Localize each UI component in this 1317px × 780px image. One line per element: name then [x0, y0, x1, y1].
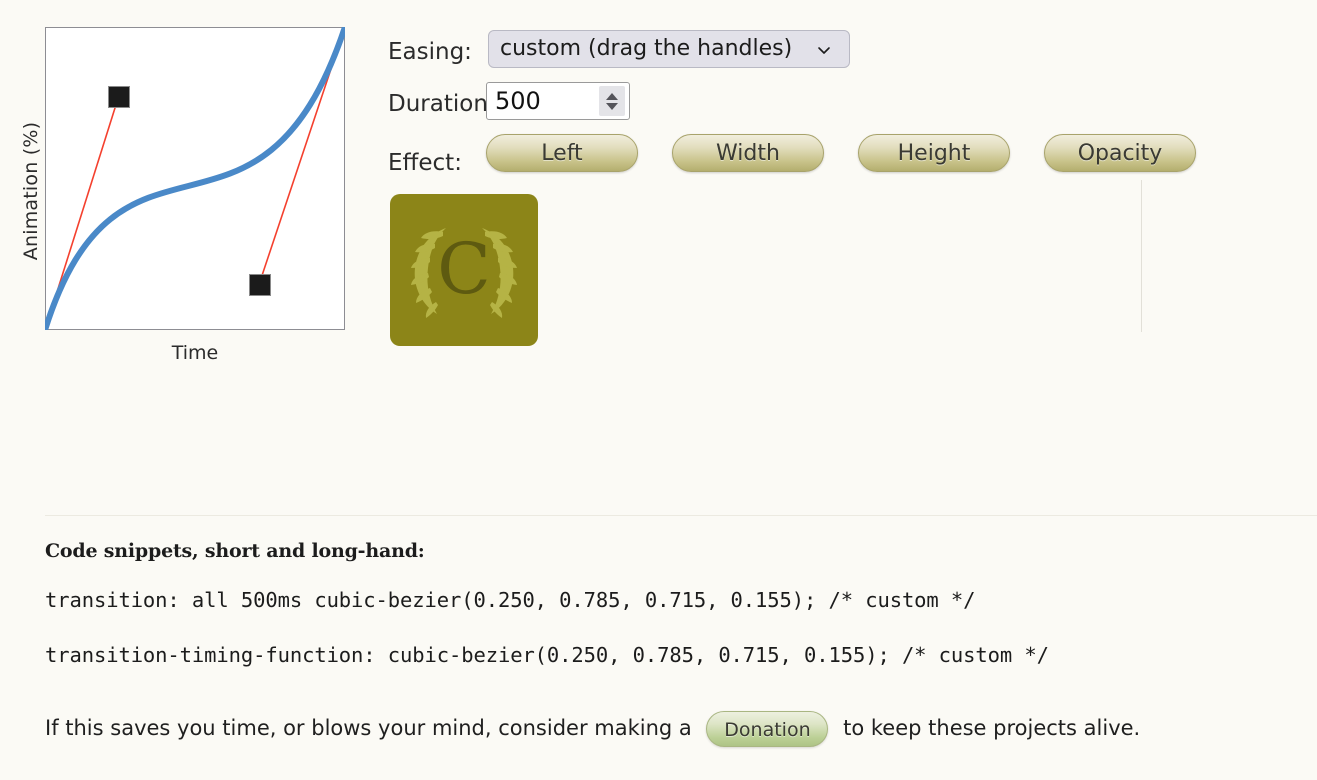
- easing-select[interactable]: easelinearease-inease-outease-in-outcust…: [488, 30, 850, 68]
- donation-text-after: to keep these projects alive.: [843, 716, 1141, 740]
- duration-field-wrapper[interactable]: [486, 82, 630, 120]
- duration-row: Duration: [388, 82, 1168, 134]
- animated-preview-box[interactable]: C: [390, 194, 538, 346]
- effect-button-opacity[interactable]: Opacity: [1044, 134, 1196, 172]
- bezier-curve-path: [45, 27, 345, 330]
- preview-divider: [1141, 180, 1142, 332]
- effect-label: Effect:: [388, 150, 462, 176]
- effect-button-left[interactable]: Left: [486, 134, 638, 172]
- stepper-down-icon[interactable]: [606, 102, 618, 110]
- duration-input[interactable]: [487, 83, 595, 119]
- x-axis-label: Time: [171, 342, 219, 364]
- duration-stepper[interactable]: [599, 86, 625, 116]
- code-line-longhand[interactable]: transition-timing-function: cubic-bezier…: [45, 643, 1317, 667]
- donation-text-before: If this saves you time, or blows your mi…: [45, 716, 692, 740]
- y-axis-label: Animation (%): [20, 121, 42, 261]
- bezier-handle-p2[interactable]: [249, 274, 271, 296]
- bezier-curve-editor[interactable]: Animation (%) Time: [0, 0, 370, 375]
- bezier-curve-plot[interactable]: [45, 27, 345, 330]
- animation-preview-area: C: [388, 180, 1148, 354]
- easing-row: Easing: easelinearease-inease-outease-in…: [388, 30, 1168, 82]
- stepper-up-icon[interactable]: [606, 92, 618, 100]
- code-snippets-heading: Code snippets, short and long-hand:: [45, 540, 425, 562]
- donation-line: If this saves you time, or blows your mi…: [45, 710, 1140, 747]
- effect-row: Effect: Left Width Height Opacity: [388, 134, 1196, 186]
- effect-button-group: Left Width Height Opacity: [486, 134, 1196, 172]
- code-snippets-section: Code snippets, short and long-hand: tran…: [45, 540, 1317, 698]
- bezier-handle-p1[interactable]: [108, 86, 130, 108]
- controls-panel: Easing: easelinearease-inease-outease-in…: [388, 30, 1196, 186]
- svg-text:C: C: [437, 228, 491, 310]
- duration-label: Duration: [388, 91, 488, 117]
- code-line-shorthand[interactable]: transition: all 500ms cubic-bezier(0.250…: [45, 588, 1317, 612]
- effect-button-height[interactable]: Height: [858, 134, 1010, 172]
- effect-button-width[interactable]: Width: [672, 134, 824, 172]
- laurel-wreath-c-logo-icon: C: [411, 228, 517, 318]
- easing-label: Easing:: [388, 39, 472, 65]
- donation-button[interactable]: Donation: [706, 711, 829, 747]
- section-divider: [45, 515, 1317, 516]
